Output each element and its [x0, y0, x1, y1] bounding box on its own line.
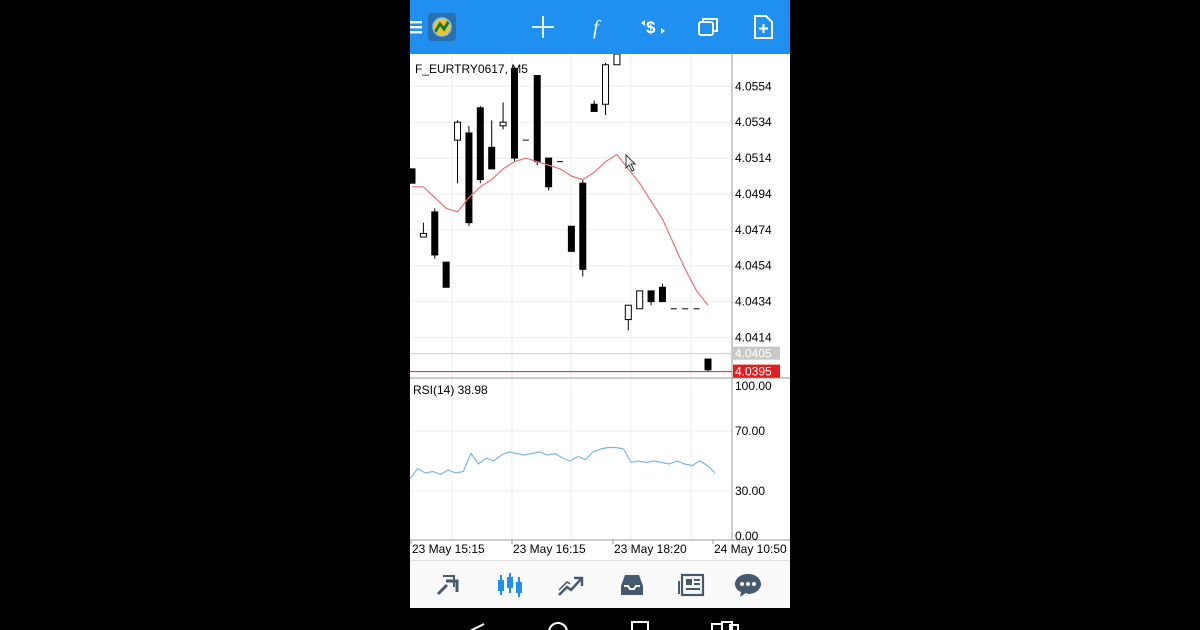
- candle: [465, 125, 473, 227]
- current-price-value: 4.0395: [735, 365, 772, 379]
- candle-body: [624, 304, 632, 321]
- svg-text:f: f: [593, 17, 601, 39]
- menu-icon[interactable]: [410, 12, 424, 42]
- chat-icon[interactable]: [730, 569, 766, 601]
- time-tick-label: 24 May 10:50: [714, 542, 787, 556]
- price-tick-label: 4.0414: [735, 331, 772, 345]
- time-tick-label: 23 May 15:15: [412, 542, 485, 556]
- candle-body: [410, 168, 416, 184]
- candle-body: [442, 261, 450, 288]
- candle-body: [613, 54, 621, 66]
- candle: [499, 102, 507, 130]
- candle-body: [431, 211, 439, 256]
- candle: [410, 168, 416, 184]
- candle-body: [545, 157, 553, 188]
- candle: [533, 75, 541, 166]
- candle: [658, 283, 666, 303]
- new-order-icon[interactable]: [748, 12, 778, 42]
- candle: [442, 261, 450, 288]
- candle: [590, 100, 598, 112]
- candle-body: [419, 232, 427, 238]
- candle-body: [465, 132, 473, 224]
- candle-body: [488, 146, 496, 170]
- chart-icon[interactable]: [492, 569, 528, 601]
- indicators-icon[interactable]: f: [583, 12, 613, 42]
- candle-body: [636, 290, 644, 310]
- candle: [602, 62, 610, 116]
- news-icon[interactable]: [674, 569, 710, 601]
- trade-icon[interactable]: [553, 569, 589, 601]
- time-tick-label: 23 May 16:15: [513, 542, 586, 556]
- svg-text:$: $: [646, 18, 656, 37]
- candle: [647, 290, 655, 306]
- phone-screen: f $ 4.0554 4.0534 4.0514 4.0494 4.0474 4.0454…: [410, 0, 790, 630]
- candle-body: [476, 107, 484, 181]
- rsi-tick-label: 70.00: [735, 424, 765, 438]
- candle: [545, 157, 553, 191]
- bid-price-value: 4.0405: [735, 347, 772, 361]
- candle-body: [647, 290, 655, 303]
- candle-body: [579, 182, 587, 270]
- extra-icon[interactable]: [710, 612, 740, 630]
- symbols-icon[interactable]: $: [638, 12, 668, 42]
- home-icon[interactable]: [543, 612, 573, 630]
- windows-icon[interactable]: [693, 12, 723, 42]
- price-tick-label: 4.0514: [735, 151, 772, 165]
- price-tick-label: 4.0434: [735, 295, 772, 309]
- candle-body: [533, 75, 541, 163]
- candle-body: [567, 225, 575, 252]
- candle: [567, 225, 575, 252]
- system-nav-bar: [410, 608, 790, 630]
- candle-body: [704, 358, 712, 371]
- crosshair-icon[interactable]: [528, 12, 558, 42]
- rsi-tick-label: 30.00: [735, 484, 765, 498]
- rsi-label: RSI(14) 38.98: [413, 383, 488, 397]
- recents-icon[interactable]: [626, 612, 656, 630]
- price-tick-label: 4.0494: [735, 187, 772, 201]
- price-tick-label: 4.0554: [735, 79, 772, 93]
- candle: [579, 179, 587, 277]
- candle: [488, 120, 496, 170]
- price-tick-label: 4.0454: [735, 259, 772, 273]
- chart-area[interactable]: 4.0554 4.0534 4.0514 4.0494 4.0474 4.0454 4.04…: [410, 54, 790, 560]
- metatrader-logo-icon[interactable]: [426, 12, 458, 42]
- bottom-nav: [410, 560, 790, 609]
- top-toolbar: f $: [410, 0, 790, 54]
- price-tick-label: 4.0474: [735, 223, 772, 237]
- price-tick-label: 4.0534: [735, 115, 772, 129]
- candle: [704, 358, 712, 372]
- rsi-tick-label: 100.00: [735, 379, 772, 393]
- chart-canvas[interactable]: 4.0554 4.0534 4.0514 4.0494 4.0474 4.0454 4.04…: [410, 54, 790, 560]
- rsi-line: [410, 446, 716, 480]
- candle-body: [602, 64, 610, 105]
- candle-body: [658, 286, 666, 303]
- candle-body: [499, 121, 507, 127]
- candles: [410, 54, 712, 372]
- candle: [636, 290, 644, 310]
- candle: [613, 54, 621, 66]
- quotes-icon[interactable]: [431, 569, 467, 601]
- rsi-tick-label: 0.00: [735, 529, 759, 543]
- candle: [431, 208, 439, 259]
- candle: [476, 106, 484, 184]
- candle-body: [590, 103, 598, 112]
- candle: [624, 304, 632, 331]
- candle: [454, 120, 462, 184]
- candle-body: [510, 67, 518, 159]
- candle-body: [454, 121, 462, 141]
- candle: [510, 66, 518, 162]
- history-icon[interactable]: [614, 569, 650, 601]
- time-tick-label: 23 May 18:20: [614, 542, 687, 556]
- back-icon[interactable]: [462, 612, 492, 630]
- symbol-label: F_EURTRY0617, M5: [415, 62, 528, 76]
